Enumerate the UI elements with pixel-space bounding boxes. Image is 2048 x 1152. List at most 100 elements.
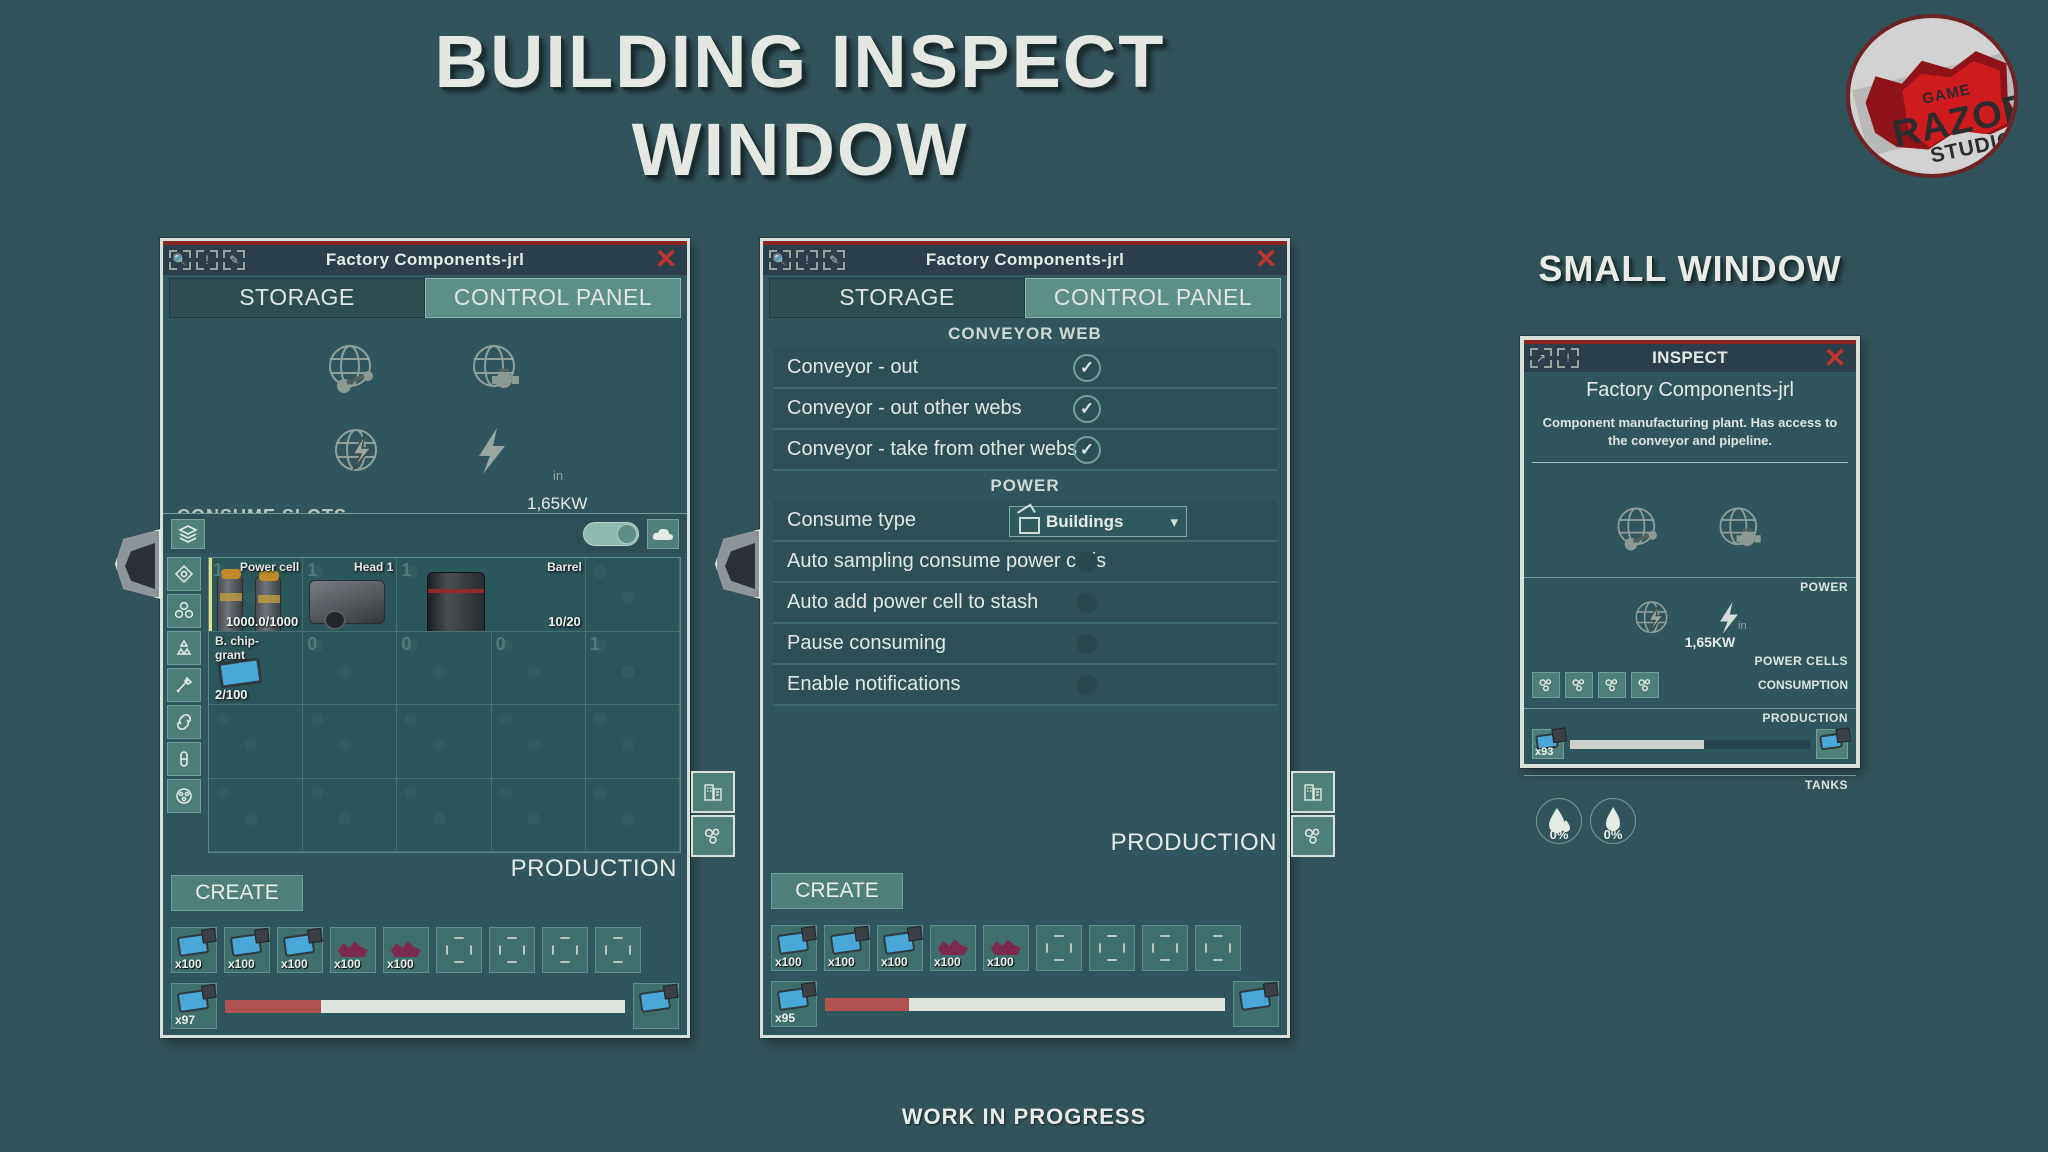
inventory-slot[interactable] <box>585 778 680 852</box>
window1-titlebar[interactable]: 🔍 ! ✎ Factory Components-jrl ✕ <box>163 245 687 275</box>
tank-fuel[interactable]: 0% <box>1590 798 1636 844</box>
recipe-slot-empty[interactable] <box>1089 925 1135 971</box>
recipe-slot[interactable]: x100 <box>171 927 217 973</box>
gears-icon-button[interactable] <box>1291 815 1335 857</box>
power-cell-gear-icon[interactable] <box>1532 672 1560 698</box>
sidebar-item-chain[interactable] <box>167 705 201 739</box>
inventory-slot[interactable] <box>303 778 398 852</box>
recipe-slot[interactable]: x100 <box>383 927 429 973</box>
sidebar-item-weapons[interactable] <box>167 668 201 702</box>
sidebar-item-resources[interactable] <box>167 594 201 628</box>
sidebar-item-all[interactable] <box>167 557 201 591</box>
inventory-slot[interactable]: 1 Head 1 <box>303 558 398 632</box>
control-row-auto-add-power-cell[interactable]: Auto add power cell to stash <box>773 583 1277 624</box>
inventory-slot[interactable]: 1 Power cell 1000.0/1000 <box>209 558 304 632</box>
power-cell-gear-icon[interactable] <box>1598 672 1626 698</box>
checkbox-checked[interactable]: ✓ <box>1073 354 1101 382</box>
control-row-pause-consuming[interactable]: Pause consuming <box>773 624 1277 665</box>
alert-icon[interactable]: ! <box>196 250 218 270</box>
recipe-slot[interactable]: x100 <box>983 925 1029 971</box>
inventory-slot[interactable] <box>209 705 304 779</box>
recipe-slot[interactable]: x100 <box>824 925 870 971</box>
production-input-slot[interactable]: x93 <box>1532 729 1564 759</box>
create-button[interactable]: CREATE <box>771 873 903 909</box>
building-icon-button[interactable] <box>1291 771 1335 813</box>
inventory-slot[interactable] <box>585 558 680 632</box>
checkbox-checked[interactable]: ✓ <box>1073 395 1101 423</box>
inventory-slot[interactable] <box>209 778 304 852</box>
recipe-slot[interactable]: x100 <box>277 927 323 973</box>
window3-close-button[interactable]: ✕ <box>1822 345 1848 372</box>
tab-storage[interactable]: STORAGE <box>769 278 1025 318</box>
production-output-slot[interactable] <box>633 983 679 1029</box>
inventory-slot[interactable] <box>397 705 492 779</box>
inventory-grid[interactable]: 1 Power cell 1000.0/1000 1 Head 1 1 Barr… <box>208 557 681 853</box>
control-row-conveyor-out[interactable]: Conveyor - out ✓ <box>773 348 1277 389</box>
sidebar-item-machinery[interactable] <box>167 779 201 813</box>
control-row-conveyor-take-from-other-webs[interactable]: Conveyor - take from other webs ✓ <box>773 430 1277 471</box>
tab-storage[interactable]: STORAGE <box>169 278 425 318</box>
tank-water[interactable]: 0% <box>1536 798 1582 844</box>
inventory-slot[interactable] <box>585 705 680 779</box>
edit-pencil-icon[interactable]: ✎ <box>823 250 845 270</box>
collapse-left-arrow-button[interactable] <box>115 529 161 599</box>
window1-close-button[interactable]: ✕ <box>653 246 679 273</box>
recipe-slot-empty[interactable] <box>595 927 641 973</box>
alert-icon[interactable]: ! <box>1557 348 1579 368</box>
inventory-slot[interactable]: 0 <box>303 631 398 705</box>
inventory-slot[interactable] <box>491 778 586 852</box>
sidebar-item-recycle[interactable] <box>167 631 201 665</box>
production-output-slot[interactable] <box>1233 981 1279 1027</box>
recipe-slot-empty[interactable] <box>1195 925 1241 971</box>
inventory-slot[interactable]: 1 Barrel 10/20 <box>397 558 586 632</box>
production-input-slot[interactable]: x95 <box>771 981 817 1027</box>
control-row-conveyor-out-other-webs[interactable]: Conveyor - out other webs ✓ <box>773 389 1277 430</box>
inventory-slot[interactable]: B. chip-grant 2/100 <box>209 631 304 705</box>
checkbox-unchecked[interactable] <box>1076 674 1098 696</box>
consume-type-dropdown[interactable]: Buildings ▾ <box>1009 506 1187 537</box>
power-cell-gear-icon[interactable] <box>1565 672 1593 698</box>
window2-titlebar[interactable]: 🔍 ! ✎ Factory Components-jrl ✕ <box>763 245 1287 275</box>
create-button[interactable]: CREATE <box>171 875 303 911</box>
collapse-left-arrow-button[interactable] <box>715 529 761 599</box>
stack-layers-icon[interactable] <box>171 518 205 549</box>
power-cell-gear-icon[interactable] <box>1631 672 1659 698</box>
control-row-consume-type[interactable]: Consume type Buildings ▾ <box>773 501 1277 542</box>
checkbox-unchecked[interactable] <box>1076 551 1098 573</box>
recipe-slot-empty[interactable] <box>436 927 482 973</box>
inventory-slot[interactable] <box>303 705 398 779</box>
checkbox-unchecked[interactable] <box>1076 592 1098 614</box>
recipe-slot[interactable]: x100 <box>330 927 376 973</box>
window2-close-button[interactable]: ✕ <box>1253 246 1279 273</box>
checkbox-checked[interactable]: ✓ <box>1073 436 1101 464</box>
production-output-slot[interactable] <box>1816 729 1848 759</box>
inventory-slot[interactable]: 0 <box>491 631 586 705</box>
tab-control-panel[interactable]: CONTROL PANEL <box>1025 278 1281 318</box>
control-row-enable-notifications[interactable]: Enable notifications <box>773 665 1277 706</box>
recipe-slot-empty[interactable] <box>1142 925 1188 971</box>
window3-titlebar[interactable]: ↗ ! INSPECT ✕ <box>1524 344 1856 372</box>
control-row-auto-sampling[interactable]: Auto sampling consume power cells <box>773 542 1277 583</box>
recipe-slot[interactable]: x100 <box>930 925 976 971</box>
inventory-slot[interactable]: 0 <box>397 631 492 705</box>
recipe-slot-empty[interactable] <box>489 927 535 973</box>
building-icon-button[interactable] <box>691 771 735 813</box>
cloud-icon[interactable] <box>647 519 679 549</box>
expand-icon[interactable]: ↗ <box>1530 348 1552 368</box>
checkbox-unchecked[interactable] <box>1076 633 1098 655</box>
gears-icon-button[interactable] <box>691 815 735 857</box>
recipe-slot-empty[interactable] <box>542 927 588 973</box>
inventory-slot[interactable]: 1 <box>585 631 680 705</box>
recipe-slot[interactable]: x100 <box>877 925 923 971</box>
production-input-slot[interactable]: x97 <box>171 983 217 1029</box>
inventory-slot[interactable] <box>397 778 492 852</box>
alert-icon[interactable]: ! <box>796 250 818 270</box>
edit-pencil-icon[interactable]: ✎ <box>223 250 245 270</box>
sidebar-item-medicine[interactable] <box>167 742 201 776</box>
recipe-slot[interactable]: x100 <box>224 927 270 973</box>
inventory-slot[interactable] <box>491 705 586 779</box>
magnifier-icon[interactable]: 🔍 <box>769 250 791 270</box>
magnifier-icon[interactable]: 🔍 <box>169 250 191 270</box>
recipe-slot[interactable]: x100 <box>771 925 817 971</box>
tab-control-panel[interactable]: CONTROL PANEL <box>425 278 681 318</box>
